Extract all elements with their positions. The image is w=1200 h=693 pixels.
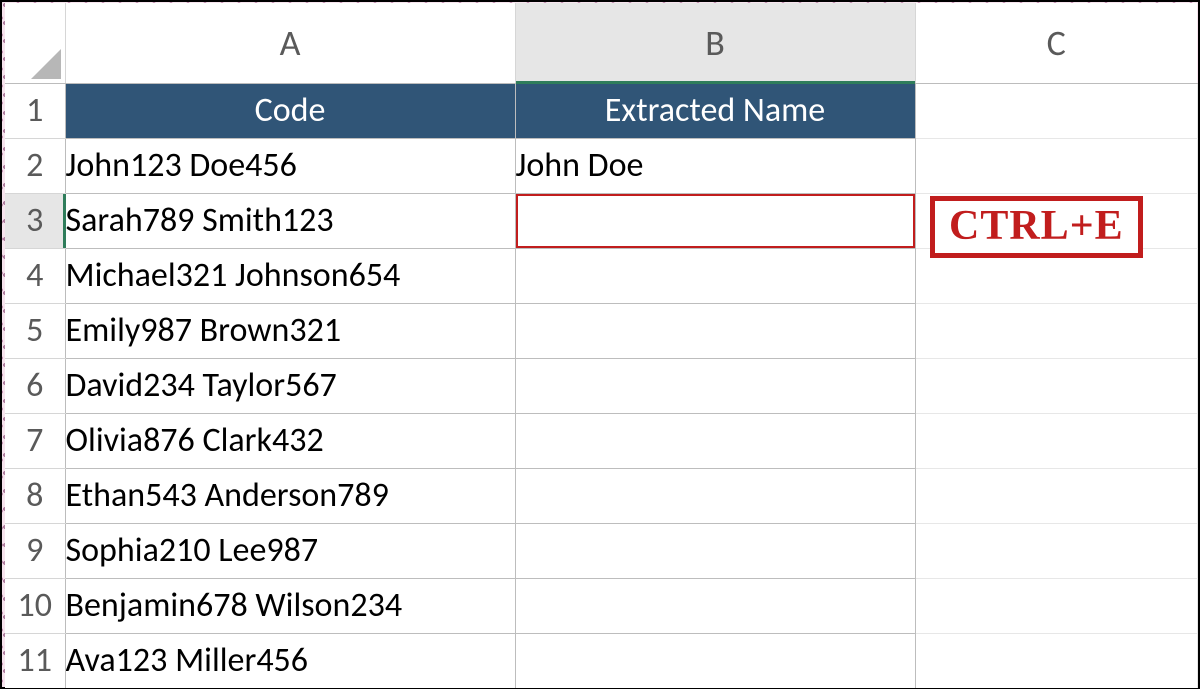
row-header-2[interactable]: 2: [5, 138, 65, 193]
row-2[interactable]: 2 John123 Doe456 John Doe: [5, 138, 1197, 193]
cell-C2[interactable]: [915, 138, 1197, 193]
header-cell-B1[interactable]: Extracted Name: [515, 83, 915, 138]
cell-A10[interactable]: Benjamin678 Wilson234: [65, 578, 515, 633]
cell-A8[interactable]: Ethan543 Anderson789: [65, 468, 515, 523]
cell-B7[interactable]: [515, 413, 915, 468]
cell-B8[interactable]: [515, 468, 915, 523]
cell-B4[interactable]: [515, 248, 915, 303]
row-header-3[interactable]: 3: [5, 193, 65, 248]
row-5[interactable]: 5 Emily987 Brown321: [5, 303, 1197, 358]
cell-A11[interactable]: Ava123 Miller456: [65, 633, 515, 688]
row-header-11[interactable]: 11: [5, 633, 65, 688]
cell-B10[interactable]: [515, 578, 915, 633]
selection-outline: [515, 193, 915, 248]
row-7[interactable]: 7 Olivia876 Clark432: [5, 413, 1197, 468]
cell-A3[interactable]: Sarah789 Smith123: [65, 193, 515, 248]
row-header-5[interactable]: 5: [5, 303, 65, 358]
row-9[interactable]: 9 Sophia210 Lee987: [5, 523, 1197, 578]
row-header-6[interactable]: 6: [5, 358, 65, 413]
row-header-8[interactable]: 8: [5, 468, 65, 523]
spreadsheet-grid[interactable]: A B C 1 Code Extracted Name 2 John123 Do…: [5, 3, 1198, 688]
cell-B6[interactable]: [515, 358, 915, 413]
cell-B3-active[interactable]: [515, 193, 915, 248]
row-10[interactable]: 10 Benjamin678 Wilson234: [5, 578, 1197, 633]
row-8[interactable]: 8 Ethan543 Anderson789: [5, 468, 1197, 523]
row-6[interactable]: 6 David234 Taylor567: [5, 358, 1197, 413]
header-cell-A1[interactable]: Code: [65, 83, 515, 138]
select-all-corner[interactable]: [5, 3, 65, 83]
cell-B11[interactable]: [515, 633, 915, 688]
column-header-B[interactable]: B: [515, 3, 915, 83]
cell-A2[interactable]: John123 Doe456: [65, 138, 515, 193]
cell-A4[interactable]: Michael321 Johnson654: [65, 248, 515, 303]
cell-B9[interactable]: [515, 523, 915, 578]
row-header-9[interactable]: 9: [5, 523, 65, 578]
column-header-A[interactable]: A: [65, 3, 515, 83]
cell-A6[interactable]: David234 Taylor567: [65, 358, 515, 413]
row-header-4[interactable]: 4: [5, 248, 65, 303]
cell-A9[interactable]: Sophia210 Lee987: [65, 523, 515, 578]
column-header-C[interactable]: C: [915, 3, 1197, 83]
cell-C1[interactable]: [915, 83, 1197, 138]
cell-B2[interactable]: John Doe: [515, 138, 915, 193]
cell-C10[interactable]: [915, 578, 1197, 633]
row-header-7[interactable]: 7: [5, 413, 65, 468]
column-header-row[interactable]: A B C: [5, 3, 1197, 83]
row-header-1[interactable]: 1: [5, 83, 65, 138]
spreadsheet-window: A B C 1 Code Extracted Name 2 John123 Do…: [0, 0, 1200, 689]
row-1[interactable]: 1 Code Extracted Name: [5, 83, 1197, 138]
cell-C9[interactable]: [915, 523, 1197, 578]
cell-C7[interactable]: [915, 413, 1197, 468]
cell-B5[interactable]: [515, 303, 915, 358]
row-11[interactable]: 11 Ava123 Miller456: [5, 633, 1197, 688]
cell-C11[interactable]: [915, 633, 1197, 688]
row-header-10[interactable]: 10: [5, 578, 65, 633]
spreadsheet-grid-wrap: A B C 1 Code Extracted Name 2 John123 Do…: [5, 3, 1195, 688]
cell-A7[interactable]: Olivia876 Clark432: [65, 413, 515, 468]
cell-C8[interactable]: [915, 468, 1197, 523]
cell-A5[interactable]: Emily987 Brown321: [65, 303, 515, 358]
cell-C6[interactable]: [915, 358, 1197, 413]
shortcut-hint-badge: CTRL+E: [930, 196, 1143, 258]
cell-C5[interactable]: [915, 303, 1197, 358]
